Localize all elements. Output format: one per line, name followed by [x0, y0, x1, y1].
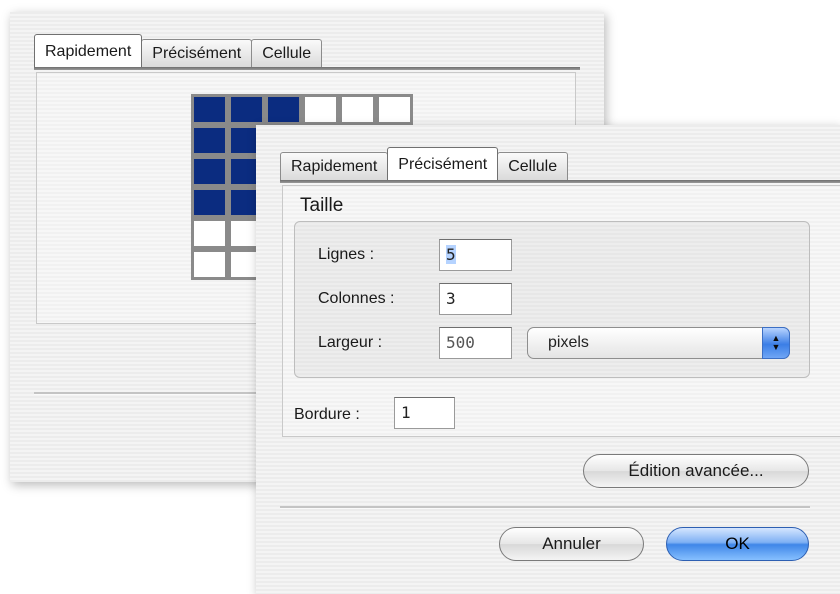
- cancel-button[interactable]: Annuler: [499, 527, 644, 561]
- border-label: Bordure :: [294, 406, 360, 423]
- updown-arrows-icon: ▲ ▼: [762, 327, 790, 359]
- grid-cell[interactable]: [191, 218, 228, 249]
- front-tab-rule: [280, 180, 840, 183]
- rows-field[interactable]: 5: [439, 239, 512, 271]
- back-tab-precisement[interactable]: Précisément: [141, 39, 253, 67]
- grid-cell[interactable]: [191, 187, 228, 218]
- back-tab-rapidement[interactable]: Rapidement: [34, 34, 143, 67]
- grid-cell[interactable]: [191, 156, 228, 187]
- grid-cell[interactable]: [228, 94, 265, 125]
- unit-popup[interactable]: pixels ▲ ▼: [527, 327, 790, 359]
- grid-cell[interactable]: [191, 249, 228, 280]
- tab-precisement[interactable]: Précisément: [387, 147, 499, 180]
- rows-label: Lignes :: [318, 246, 375, 263]
- grid-cell[interactable]: [302, 94, 339, 125]
- tab-rapidement[interactable]: Rapidement: [280, 152, 389, 180]
- size-group-title: Taille: [300, 195, 344, 216]
- front-tab-bar: Rapidement Précisément Cellule: [280, 147, 569, 180]
- back-tab-bar: Rapidement Précisément Cellule: [34, 34, 323, 67]
- border-field[interactable]: 1: [394, 397, 455, 429]
- cols-label: Colonnes :: [318, 290, 395, 307]
- back-tab-cellule[interactable]: Cellule: [251, 39, 323, 67]
- unit-popup-value: pixels: [548, 334, 589, 351]
- grid-cell[interactable]: [191, 94, 228, 125]
- grid-cell[interactable]: [265, 94, 302, 125]
- tab-cellule[interactable]: Cellule: [497, 152, 569, 180]
- grid-cell[interactable]: [339, 94, 376, 125]
- cols-field[interactable]: 3: [439, 283, 512, 315]
- rows-value: 5: [446, 245, 456, 264]
- width-field[interactable]: 500: [439, 327, 512, 359]
- grid-cell[interactable]: [191, 125, 228, 156]
- ok-button[interactable]: OK: [666, 527, 809, 561]
- advanced-edit-button[interactable]: Édition avancée...: [583, 454, 809, 488]
- front-dialog: Rapidement Précisément Cellule Taille Li…: [256, 125, 840, 594]
- width-label: Largeur :: [318, 334, 383, 351]
- grid-cell[interactable]: [376, 94, 413, 125]
- front-separator: [280, 506, 810, 509]
